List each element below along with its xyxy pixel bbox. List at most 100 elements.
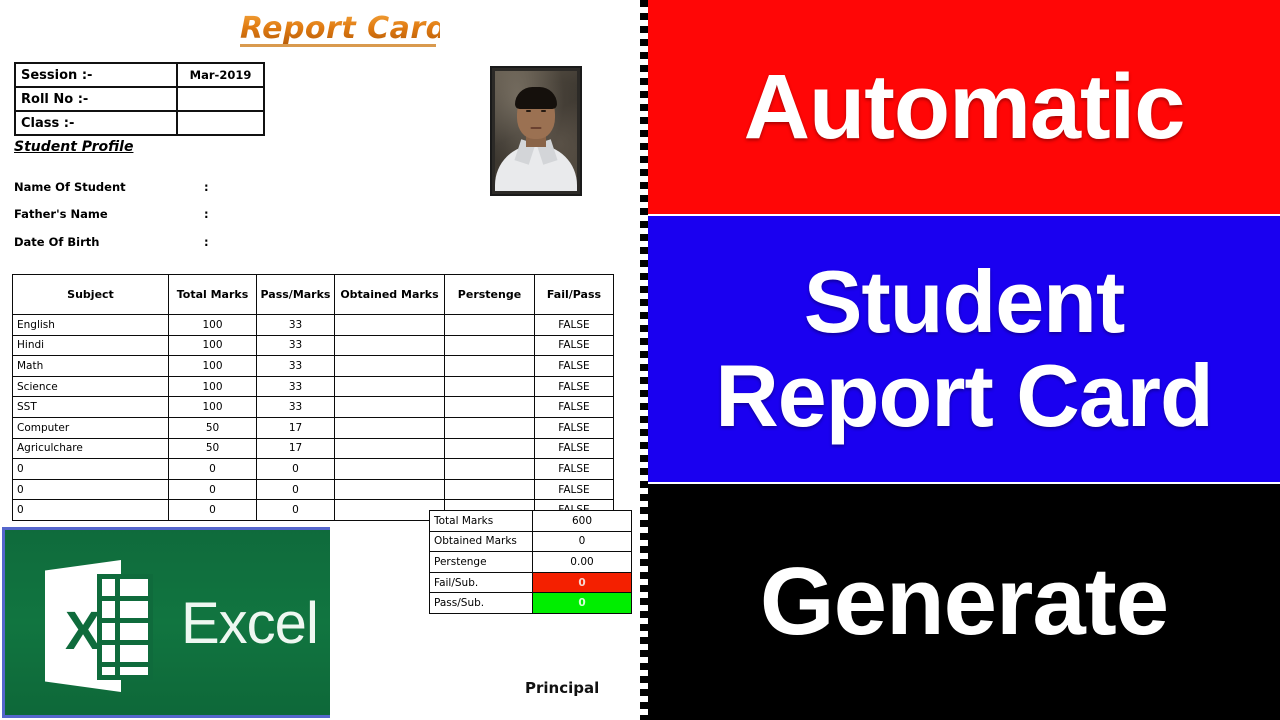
cell-total-marks: 0 [168, 458, 257, 480]
photo-shirt [495, 145, 577, 191]
cell-fail-pass: FALSE [534, 314, 614, 336]
thumbnail-text-student: Student [803, 252, 1126, 351]
table-row: Agriculchare 50 17 FALSE [12, 437, 614, 460]
cell-obtained-marks[interactable] [334, 416, 445, 439]
cell-obtained-marks[interactable] [334, 334, 445, 357]
cell-obtained-marks[interactable] [334, 375, 445, 398]
profile-row-name: Name Of Student : [14, 180, 209, 194]
col-header-subject: Subject [12, 274, 169, 315]
photo-eye-right [541, 109, 546, 112]
cell-obtained-marks[interactable] [334, 478, 445, 501]
session-value[interactable]: Mar-2019 [176, 62, 265, 88]
col-header-total-marks: Total Marks [168, 274, 257, 315]
cell-obtained-marks[interactable] [334, 396, 445, 418]
student-photo [490, 66, 582, 196]
summary-table: Total Marks 600 Obtained Marks 0 Persten… [429, 510, 632, 614]
cell-pass-marks: 0 [256, 478, 335, 501]
profile-colon: : [204, 235, 209, 249]
cell-subject: Computer [12, 416, 169, 439]
photo-hair [515, 87, 557, 109]
thumbnail-text-report-card: Report Card [715, 346, 1213, 445]
cell-perstenge [444, 396, 535, 418]
cell-total-marks: 50 [168, 416, 257, 439]
cell-fail-pass: FALSE [534, 396, 614, 418]
cell-perstenge [444, 375, 535, 398]
col-header-obtained-marks: Obtained Marks [334, 274, 445, 315]
cell-subject: 0 [12, 458, 169, 480]
cell-subject: Science [12, 375, 169, 398]
profile-label: Date Of Birth [14, 235, 100, 249]
class-value[interactable] [176, 110, 265, 136]
profile-row-father: Father's Name : [14, 207, 209, 221]
student-photo-image [495, 71, 577, 191]
cell-pass-marks: 33 [256, 355, 335, 377]
cell-perstenge [444, 314, 535, 336]
profile-colon: : [204, 207, 209, 221]
table-row: Roll No :- [14, 86, 265, 112]
summary-label-perstenge: Perstenge [429, 551, 533, 573]
table-row: Pass/Sub. 0 [429, 592, 632, 614]
thumbnail-text-automatic: Automatic [743, 56, 1186, 158]
marks-table-header-row: Subject Total Marks Pass/Marks Obtained … [12, 274, 614, 315]
cell-pass-marks: 33 [256, 334, 335, 357]
cell-obtained-marks[interactable] [334, 458, 445, 480]
session-table: Session :- Mar-2019 Roll No :- Class :- [14, 62, 265, 136]
cell-total-marks: 100 [168, 334, 257, 357]
table-row: Math 100 33 FALSE [12, 355, 614, 377]
cell-fail-pass: FALSE [534, 437, 614, 460]
summary-label-obtained-marks: Obtained Marks [429, 530, 533, 553]
thumbnail-band-red: Automatic [648, 0, 1280, 214]
cell-fail-pass: FALSE [534, 355, 614, 377]
excel-grid-icon [97, 574, 153, 680]
summary-value-perstenge: 0.00 [532, 551, 632, 573]
marks-table: Subject Total Marks Pass/Marks Obtained … [12, 274, 614, 521]
summary-label-pass-sub: Pass/Sub. [429, 592, 533, 614]
panel-divider [640, 0, 648, 720]
cell-total-marks: 100 [168, 396, 257, 418]
cell-subject: 0 [12, 499, 169, 521]
table-row: Obtained Marks 0 [429, 530, 632, 553]
cell-total-marks: 0 [168, 478, 257, 501]
table-row: Total Marks 600 [429, 510, 632, 532]
cell-obtained-marks[interactable] [334, 314, 445, 336]
cell-perstenge [444, 334, 535, 357]
cell-fail-pass: FALSE [534, 478, 614, 501]
cell-subject: 0 [12, 478, 169, 501]
summary-value-obtained-marks: 0 [532, 530, 632, 553]
class-label: Class :- [14, 110, 178, 136]
cell-perstenge [444, 437, 535, 460]
cell-fail-pass: FALSE [534, 458, 614, 480]
cell-subject: Hindi [12, 334, 169, 357]
cell-obtained-marks[interactable] [334, 437, 445, 460]
cell-total-marks: 100 [168, 314, 257, 336]
cell-obtained-marks[interactable] [334, 499, 445, 521]
cell-pass-marks: 17 [256, 437, 335, 460]
summary-label-fail-sub: Fail/Sub. [429, 571, 533, 594]
cell-pass-marks: 17 [256, 416, 335, 439]
thumbnail-band-blue: Student Report Card [648, 216, 1280, 482]
profile-row-dob: Date Of Birth : [14, 235, 209, 249]
page-title: Report Card [240, 11, 448, 46]
cell-obtained-marks[interactable] [334, 355, 445, 377]
table-row: Class :- [14, 110, 265, 136]
student-profile-heading: Student Profile [14, 139, 134, 155]
photo-mouth [530, 127, 542, 129]
cell-pass-marks: 0 [256, 499, 335, 521]
summary-value-pass-sub: 0 [532, 592, 632, 614]
cell-subject: Math [12, 355, 169, 377]
table-row: English 100 33 FALSE [12, 314, 614, 336]
profile-label: Name Of Student [14, 180, 126, 194]
cell-pass-marks: 0 [256, 458, 335, 480]
summary-label-total-marks: Total Marks [429, 510, 533, 532]
profile-colon: : [204, 180, 209, 194]
cell-fail-pass: FALSE [534, 416, 614, 439]
cell-perstenge [444, 458, 535, 480]
cell-pass-marks: 33 [256, 314, 335, 336]
summary-value-total-marks: 600 [532, 510, 632, 532]
thumbnail-panel: Automatic Student Report Card Generate [648, 0, 1280, 720]
cell-subject: English [12, 314, 169, 336]
cell-perstenge [444, 355, 535, 377]
thumbnail-text-generate: Generate [759, 548, 1169, 655]
cell-total-marks: 0 [168, 499, 257, 521]
rollno-value[interactable] [176, 86, 265, 112]
